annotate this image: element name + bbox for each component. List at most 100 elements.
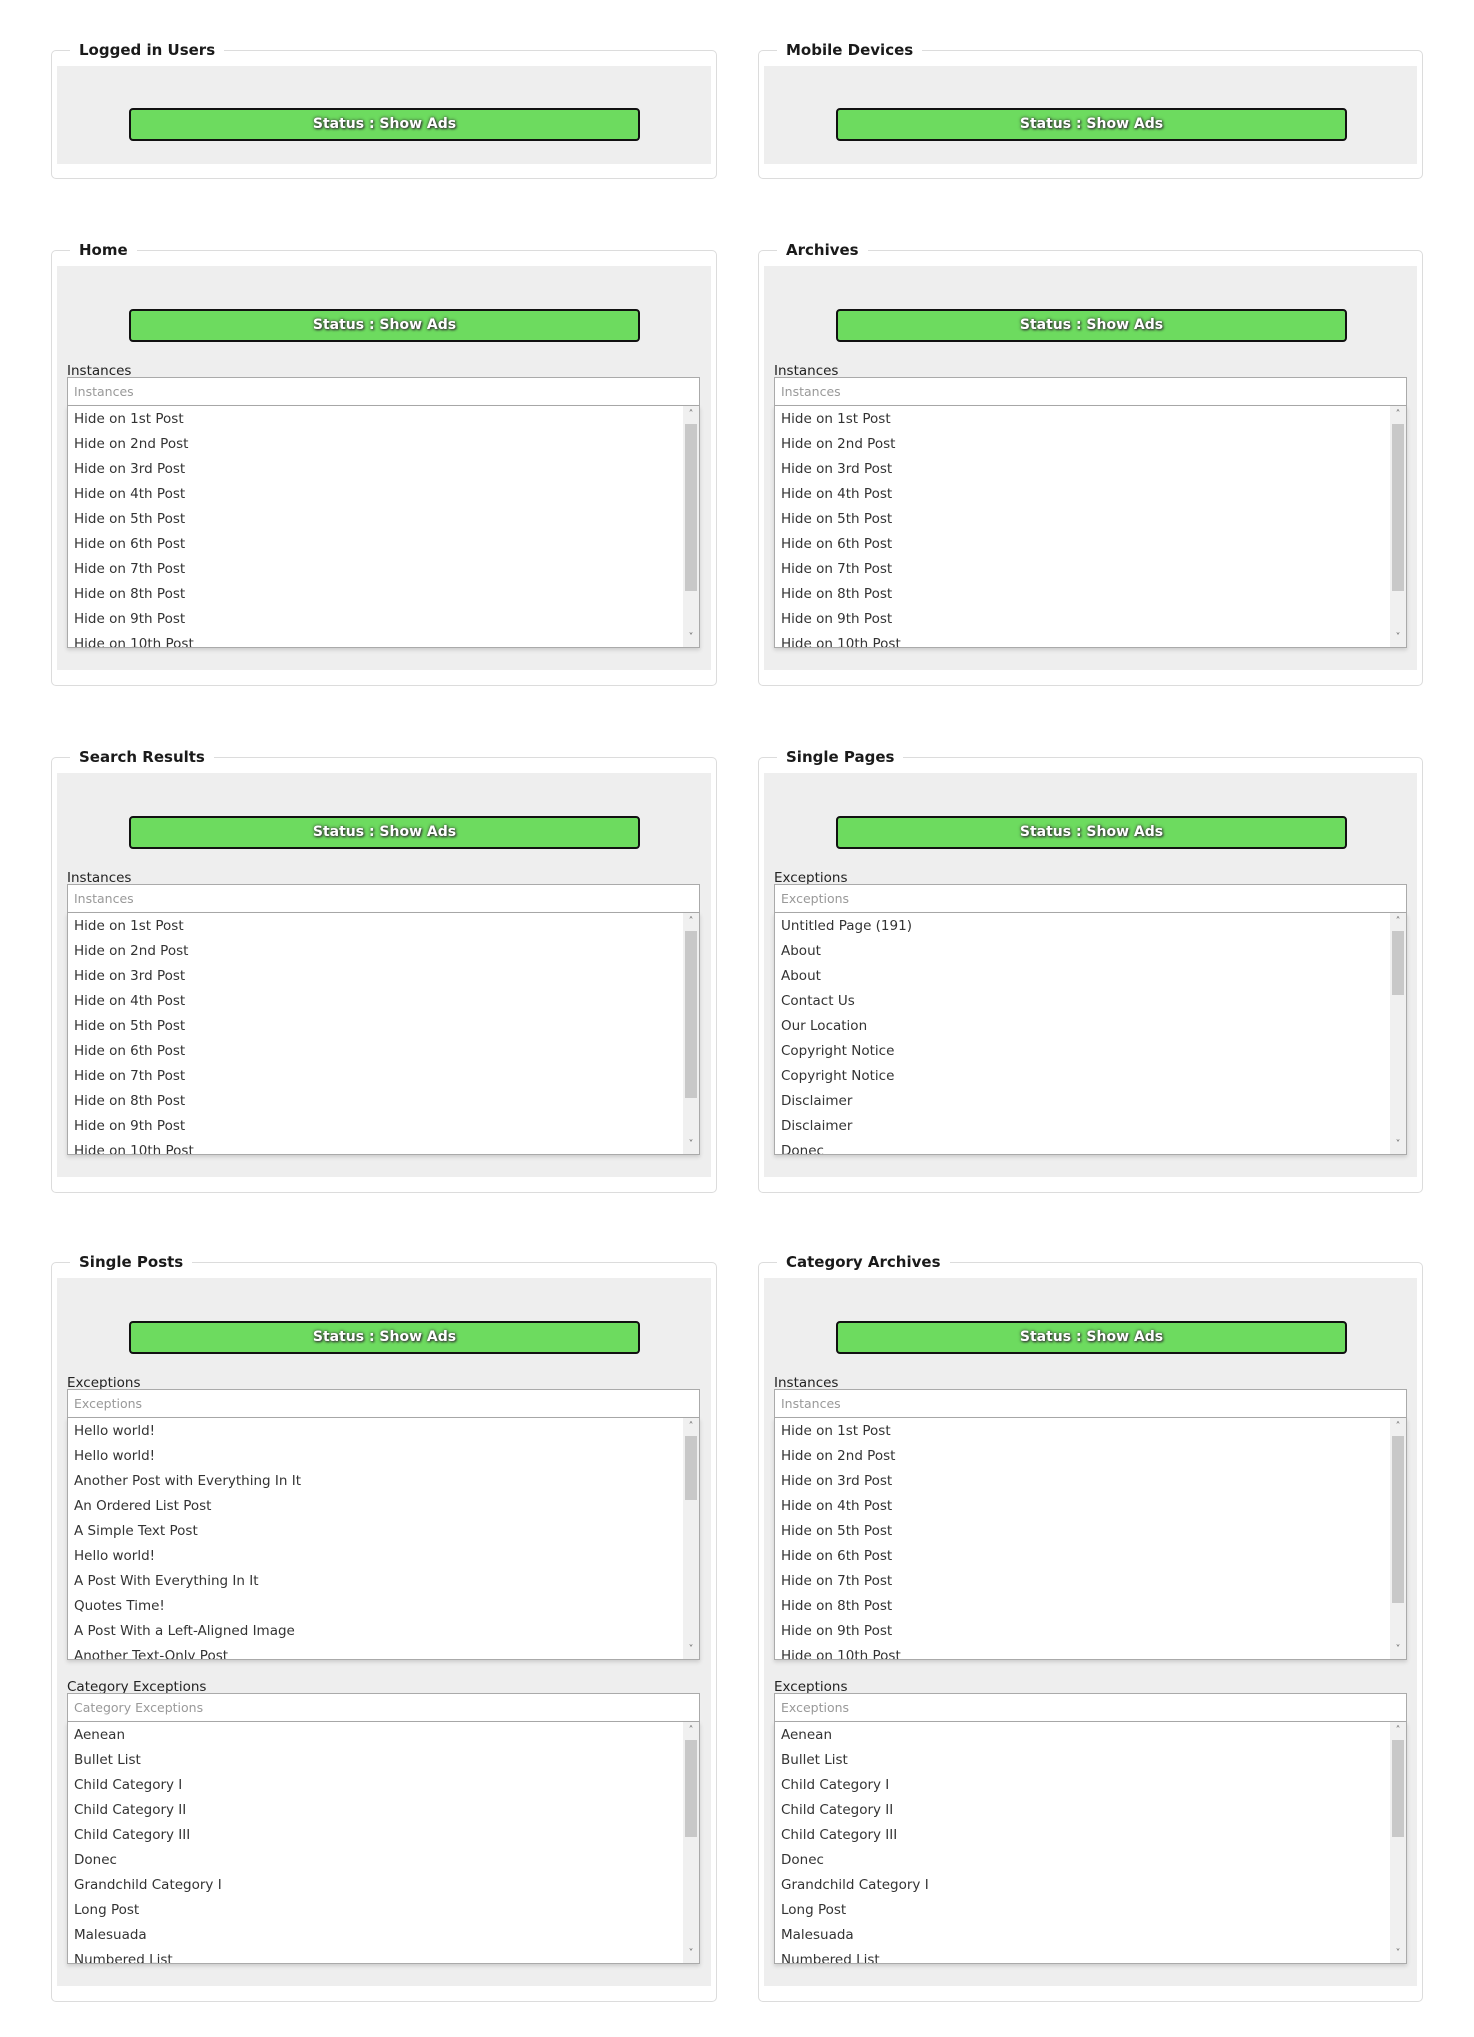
status-toggle-button[interactable]: Status : Show Ads [129,309,640,342]
list-item[interactable]: Hide on 7th Post [68,557,683,582]
list-item[interactable]: A Simple Text Post [68,1519,683,1544]
list-item[interactable]: Hide on 9th Post [775,607,1390,632]
list-item[interactable]: Disclaimer [775,1114,1390,1139]
scroll-up-icon[interactable]: ˄ [1390,1420,1406,1434]
scrollbar[interactable]: ˄ ˅ [1390,406,1406,647]
options-listbox[interactable]: Hide on 1st Post Hide on 2nd Post Hide on … [774,406,1407,648]
list-item[interactable]: Grandchild Category I [68,1873,683,1898]
list-item[interactable]: Donec [68,1848,683,1873]
options-listbox[interactable]: Hide on 1st Post Hide on 2nd Post Hide on … [67,913,700,1155]
scrollbar-thumb[interactable] [1392,1740,1404,1837]
list-item[interactable]: Hide on 4th Post [68,482,683,507]
list-item[interactable]: Hide on 10th Post [775,632,1390,647]
list-item[interactable]: Hide on 7th Post [775,1569,1390,1594]
scroll-down-icon[interactable]: ˅ [683,631,699,645]
list-item[interactable]: Hide on 9th Post [775,1619,1390,1644]
scroll-up-icon[interactable]: ˄ [683,408,699,422]
status-toggle-button[interactable]: Status : Show Ads [836,309,1347,342]
list-item[interactable]: Hide on 2nd Post [775,1444,1390,1469]
status-toggle-button[interactable]: Status : Show Ads [129,816,640,849]
list-item[interactable]: Hide on 10th Post [68,632,683,647]
list-item[interactable]: Numbered List [775,1948,1390,1963]
scrollbar-thumb[interactable] [685,424,697,591]
list-item[interactable]: Hide on 8th Post [68,1089,683,1114]
scrollbar[interactable]: ˄ ˅ [683,1722,699,1963]
list-item[interactable]: Child Category III [68,1823,683,1848]
scrollbar-thumb[interactable] [685,931,697,1098]
list-item[interactable]: Hide on 5th Post [68,1014,683,1039]
list-item[interactable]: Aenean [775,1723,1390,1748]
scrollbar[interactable]: ˄ ˅ [683,1418,699,1659]
scroll-down-icon[interactable]: ˅ [683,1138,699,1152]
list-item[interactable]: Hello world! [68,1544,683,1569]
list-item[interactable]: Hide on 8th Post [775,1594,1390,1619]
options-listbox[interactable]: Hello world! Hello world! Another Post wit… [67,1418,700,1660]
scrollbar-thumb[interactable] [1392,1436,1404,1603]
list-item[interactable]: Hide on 1st Post [775,407,1390,432]
scroll-down-icon[interactable]: ˅ [683,1947,699,1961]
list-item[interactable]: Hide on 3rd Post [775,1469,1390,1494]
options-listbox[interactable]: Aenean Bullet List Child Category I Child C… [67,1722,700,1964]
scroll-up-icon[interactable]: ˄ [683,1420,699,1434]
list-item[interactable]: Hello world! [68,1419,683,1444]
scroll-down-icon[interactable]: ˅ [1390,1643,1406,1657]
list-item[interactable]: Child Category II [775,1798,1390,1823]
status-toggle-button[interactable]: Status : Show Ads [836,816,1347,849]
list-item[interactable]: Child Category I [775,1773,1390,1798]
list-item[interactable]: Hide on 6th Post [68,1039,683,1064]
list-item[interactable]: Donec [775,1139,1390,1154]
list-item[interactable]: Bullet List [775,1748,1390,1773]
list-item[interactable]: Copyright Notice [775,1039,1390,1064]
list-item[interactable]: Numbered List [68,1948,683,1963]
list-item[interactable]: Long Post [775,1898,1390,1923]
list-item[interactable]: Untitled Page (191) [775,914,1390,939]
list-item[interactable]: Aenean [68,1723,683,1748]
list-item[interactable]: Hide on 2nd Post [68,432,683,457]
list-item[interactable]: Another Post with Everything In It [68,1469,683,1494]
list-item[interactable]: Long Post [68,1898,683,1923]
scrollbar[interactable]: ˄ ˅ [1390,913,1406,1154]
scrollbar-thumb[interactable] [1392,424,1404,591]
scroll-up-icon[interactable]: ˄ [1390,1724,1406,1738]
search-input[interactable] [774,1693,1407,1722]
scrollbar[interactable]: ˄ ˅ [1390,1418,1406,1659]
list-item[interactable]: Contact Us [775,989,1390,1014]
list-item[interactable]: Hide on 3rd Post [68,457,683,482]
status-toggle-button[interactable]: Status : Show Ads [129,1321,640,1354]
list-item[interactable]: A Post With a Left-Aligned Image [68,1619,683,1644]
list-item[interactable]: Malesuada [68,1923,683,1948]
list-item[interactable]: Donec [775,1848,1390,1873]
scroll-up-icon[interactable]: ˄ [683,915,699,929]
status-toggle-button[interactable]: Status : Show Ads [836,1321,1347,1354]
scroll-up-icon[interactable]: ˄ [1390,408,1406,422]
list-item[interactable]: Hide on 10th Post [68,1139,683,1154]
search-input[interactable] [774,1389,1407,1418]
list-item[interactable]: Hide on 3rd Post [775,457,1390,482]
search-input[interactable] [67,884,700,913]
list-item[interactable]: Child Category I [68,1773,683,1798]
search-input[interactable] [67,1693,700,1722]
list-item[interactable]: Hide on 1st Post [68,407,683,432]
list-item[interactable]: Hide on 4th Post [68,989,683,1014]
list-item[interactable]: Hide on 4th Post [775,482,1390,507]
options-listbox[interactable]: Untitled Page (191) About About Contact Us O… [774,913,1407,1155]
list-item[interactable]: Grandchild Category I [775,1873,1390,1898]
scrollbar[interactable]: ˄ ˅ [683,406,699,647]
scroll-down-icon[interactable]: ˅ [1390,631,1406,645]
list-item[interactable]: Hide on 10th Post [775,1644,1390,1659]
list-item[interactable]: Bullet List [68,1748,683,1773]
scrollbar-thumb[interactable] [1392,931,1404,995]
scroll-down-icon[interactable]: ˅ [1390,1138,1406,1152]
list-item[interactable]: Hide on 1st Post [68,914,683,939]
search-input[interactable] [774,377,1407,406]
status-toggle-button[interactable]: Status : Show Ads [129,108,640,141]
list-item[interactable]: Hide on 9th Post [68,1114,683,1139]
scroll-up-icon[interactable]: ˄ [683,1724,699,1738]
list-item[interactable]: About [775,939,1390,964]
list-item[interactable]: Hide on 5th Post [68,507,683,532]
list-item[interactable]: About [775,964,1390,989]
list-item[interactable]: Another Text-Only Post [68,1644,683,1659]
search-input[interactable] [67,1389,700,1418]
list-item[interactable]: Hide on 9th Post [68,607,683,632]
options-listbox[interactable]: Hide on 1st Post Hide on 2nd Post Hide on … [774,1418,1407,1660]
